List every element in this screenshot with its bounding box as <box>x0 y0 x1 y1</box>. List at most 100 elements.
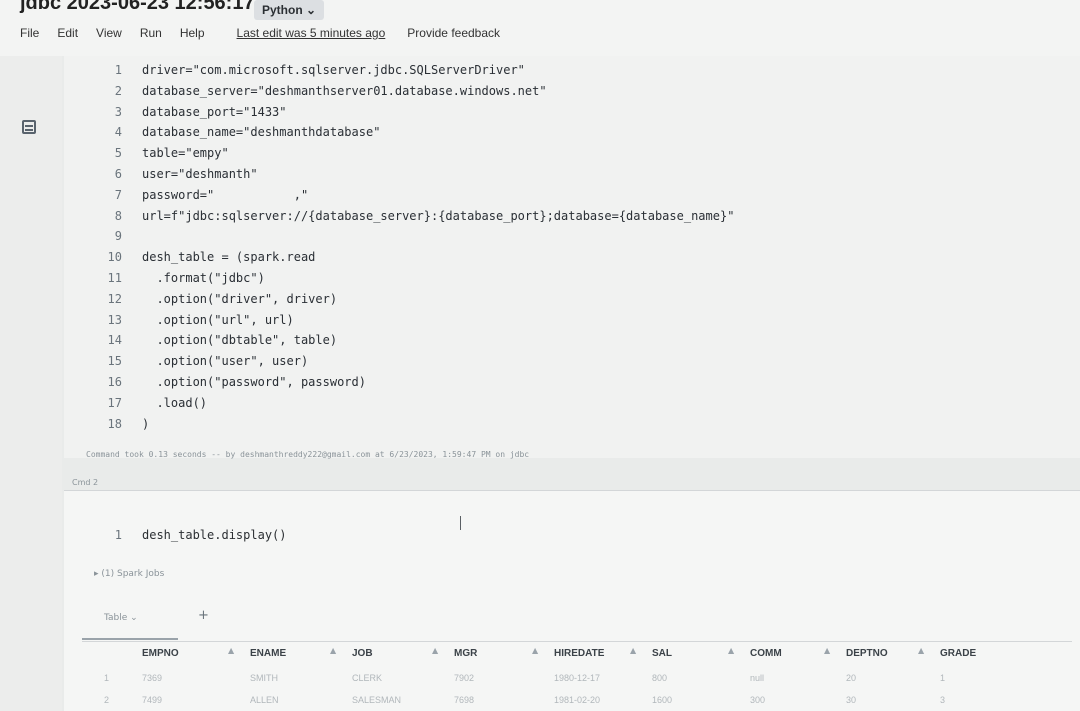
column-header[interactable]: HIREDATE <box>554 648 604 659</box>
line-number: 13 <box>107 312 122 327</box>
line-text: .load() <box>142 395 208 410</box>
table-cell: 7499 <box>142 695 163 705</box>
code-cell-2[interactable]: 1 desh_table.display() ▸ (1) Spark Jobs … <box>64 490 1080 711</box>
code-line[interactable]: 18) <box>64 414 1064 434</box>
table-row[interactable]: 1 7369 SMITH CLERK 7902 1980-12-17 800 null 20 1 <box>82 669 1072 691</box>
code-line[interactable]: 17 .load() <box>64 393 1064 413</box>
chevron-down-icon: ⌄ <box>306 3 317 17</box>
line-text: ) <box>142 416 150 431</box>
line-number: 8 <box>114 208 122 223</box>
line-text: .option("password", password) <box>142 375 366 389</box>
line-number: 11 <box>107 271 122 285</box>
column-header[interactable]: COMM <box>750 648 782 659</box>
line-number: 9 <box>114 229 122 244</box>
spark-jobs-toggle[interactable]: ▸ (1) Spark Jobs <box>94 569 164 579</box>
line-number: 1 <box>114 63 122 77</box>
code-line[interactable]: 16 .option("password", password) <box>64 372 1064 392</box>
table-cell: SMITH <box>250 673 278 683</box>
code-line[interactable]: 7 password=" ," <box>64 185 1064 205</box>
add-visualization-icon[interactable]: + <box>198 608 209 623</box>
code-line[interactable]: 9 <box>64 226 1064 246</box>
sort-icon[interactable]: ▲ <box>532 646 538 655</box>
tab-table[interactable]: Table ⌄ <box>104 613 138 623</box>
table-cell: 1 <box>940 673 946 683</box>
sort-icon[interactable]: ▲ <box>330 646 336 655</box>
line-number: 14 <box>107 333 122 348</box>
code-line[interactable]: 5 table="empy" <box>64 143 1064 163</box>
line-number: 4 <box>114 125 122 140</box>
line-text: desh_table = (spark.read <box>142 250 316 265</box>
table-cell: CLERK <box>352 673 383 683</box>
code-line[interactable]: 1 desh_table.display() <box>64 525 964 545</box>
code-line[interactable]: 14 .option("dbtable", table) <box>64 330 1064 350</box>
provide-feedback-link[interactable]: Provide feedback <box>407 26 500 40</box>
table-cell: 300 <box>750 695 766 705</box>
command-status: Command took 0.13 seconds -- by deshmant… <box>86 450 530 459</box>
menu-edit[interactable]: Edit <box>57 26 78 40</box>
table-cell: 7902 <box>454 673 475 683</box>
table-cell: 1600 <box>652 695 673 705</box>
table-row[interactable]: 2 7499 ALLEN SALESMAN 7698 1981-02-20 1600 300 3… <box>82 691 1072 711</box>
table-cell: SALESMAN <box>352 695 402 705</box>
sort-icon[interactable]: ▲ <box>728 646 734 655</box>
line-number: 3 <box>114 104 122 119</box>
line-number: 5 <box>114 146 122 161</box>
line-text: database_port="1433" <box>142 104 287 119</box>
menu-file[interactable]: File <box>20 26 39 40</box>
table-cell: null <box>750 673 765 683</box>
code-line[interactable]: 10 desh_table = (spark.read <box>64 247 1064 267</box>
menu-run[interactable]: Run <box>140 26 162 40</box>
line-number: 6 <box>114 167 122 181</box>
top-bar: jdbc 2023-06-23 12:56:17 Python ⌄ File E… <box>0 0 1080 56</box>
code-line[interactable]: 8 url=f"jdbc:sqlserver://{database_server… <box>64 206 1064 226</box>
line-text: .option("user", user) <box>142 354 309 369</box>
line-text: .option("dbtable", table) <box>142 333 338 348</box>
code-line[interactable]: 11 .format("jdbc") <box>64 268 1064 288</box>
column-header[interactable]: SAL <box>652 648 672 659</box>
line-text: password=" ," <box>142 187 309 202</box>
line-text: .option("url", url) <box>142 312 294 327</box>
column-header[interactable]: DEPTNO <box>846 648 888 659</box>
table-cell: 3 <box>940 695 946 705</box>
code-line[interactable]: 6 user="deshmanth" <box>64 164 1064 184</box>
line-text: desh_table.display() <box>142 528 287 542</box>
column-header[interactable]: MGR <box>454 648 477 659</box>
code-line[interactable]: 4 database_name="deshmanthdatabase" <box>64 122 1064 142</box>
code-line[interactable]: 3 database_port="1433" <box>64 102 1064 122</box>
code-line[interactable]: 2 database_server="deshmanthserver01.data… <box>64 81 1064 101</box>
menu-help[interactable]: Help <box>180 26 205 40</box>
table-cell: ALLEN <box>250 695 279 705</box>
line-number: 7 <box>114 187 122 202</box>
code-line[interactable]: 1 driver="com.microsoft.sqlserver.jdbc.SQ… <box>64 60 1064 80</box>
menu-view[interactable]: View <box>96 26 122 40</box>
line-number: 18 <box>107 416 122 431</box>
sort-icon[interactable]: ▲ <box>228 646 234 655</box>
column-header[interactable]: ENAME <box>250 648 286 659</box>
code-line[interactable]: 13 .option("url", url) <box>64 310 1064 330</box>
row-index: 2 <box>104 695 110 705</box>
code-line[interactable]: 12 .option("driver", driver) <box>64 289 1064 309</box>
table-cell: 30 <box>846 695 857 705</box>
sort-icon[interactable]: ▲ <box>630 646 636 655</box>
sort-icon[interactable]: ▲ <box>432 646 438 655</box>
line-number: 2 <box>114 83 122 98</box>
table-header: EMPNO ENAME ▲ JOB ▲ MGR ▲ HIREDATE ▲ SAL ▲ COMM ▲ DEP… <box>82 641 1072 667</box>
table-cell: 800 <box>652 673 668 683</box>
column-header[interactable]: GRADE <box>940 648 976 659</box>
sort-icon[interactable]: ▲ <box>918 646 924 655</box>
notebook-title[interactable]: jdbc 2023-06-23 12:56:17 <box>20 0 255 15</box>
column-header[interactable]: EMPNO <box>142 648 179 659</box>
column-header[interactable]: JOB <box>352 648 373 659</box>
line-number: 10 <box>107 250 122 265</box>
code-cell-1[interactable]: 1 driver="com.microsoft.sqlserver.jdbc.SQ… <box>64 56 1080 458</box>
line-number: 1 <box>114 528 122 542</box>
sort-icon[interactable]: ▲ <box>824 646 830 655</box>
cell-menu-icon[interactable] <box>22 120 36 134</box>
table-cell: 1981-02-20 <box>554 695 601 705</box>
language-dropdown[interactable]: Python ⌄ <box>254 0 325 20</box>
language-label: Python <box>262 3 303 17</box>
last-edit-link[interactable]: Last edit was 5 minutes ago <box>237 26 386 40</box>
row-index: 1 <box>104 673 110 683</box>
chevron-down-icon: ⌄ <box>130 613 138 623</box>
code-line[interactable]: 15 .option("user", user) <box>64 351 1064 371</box>
